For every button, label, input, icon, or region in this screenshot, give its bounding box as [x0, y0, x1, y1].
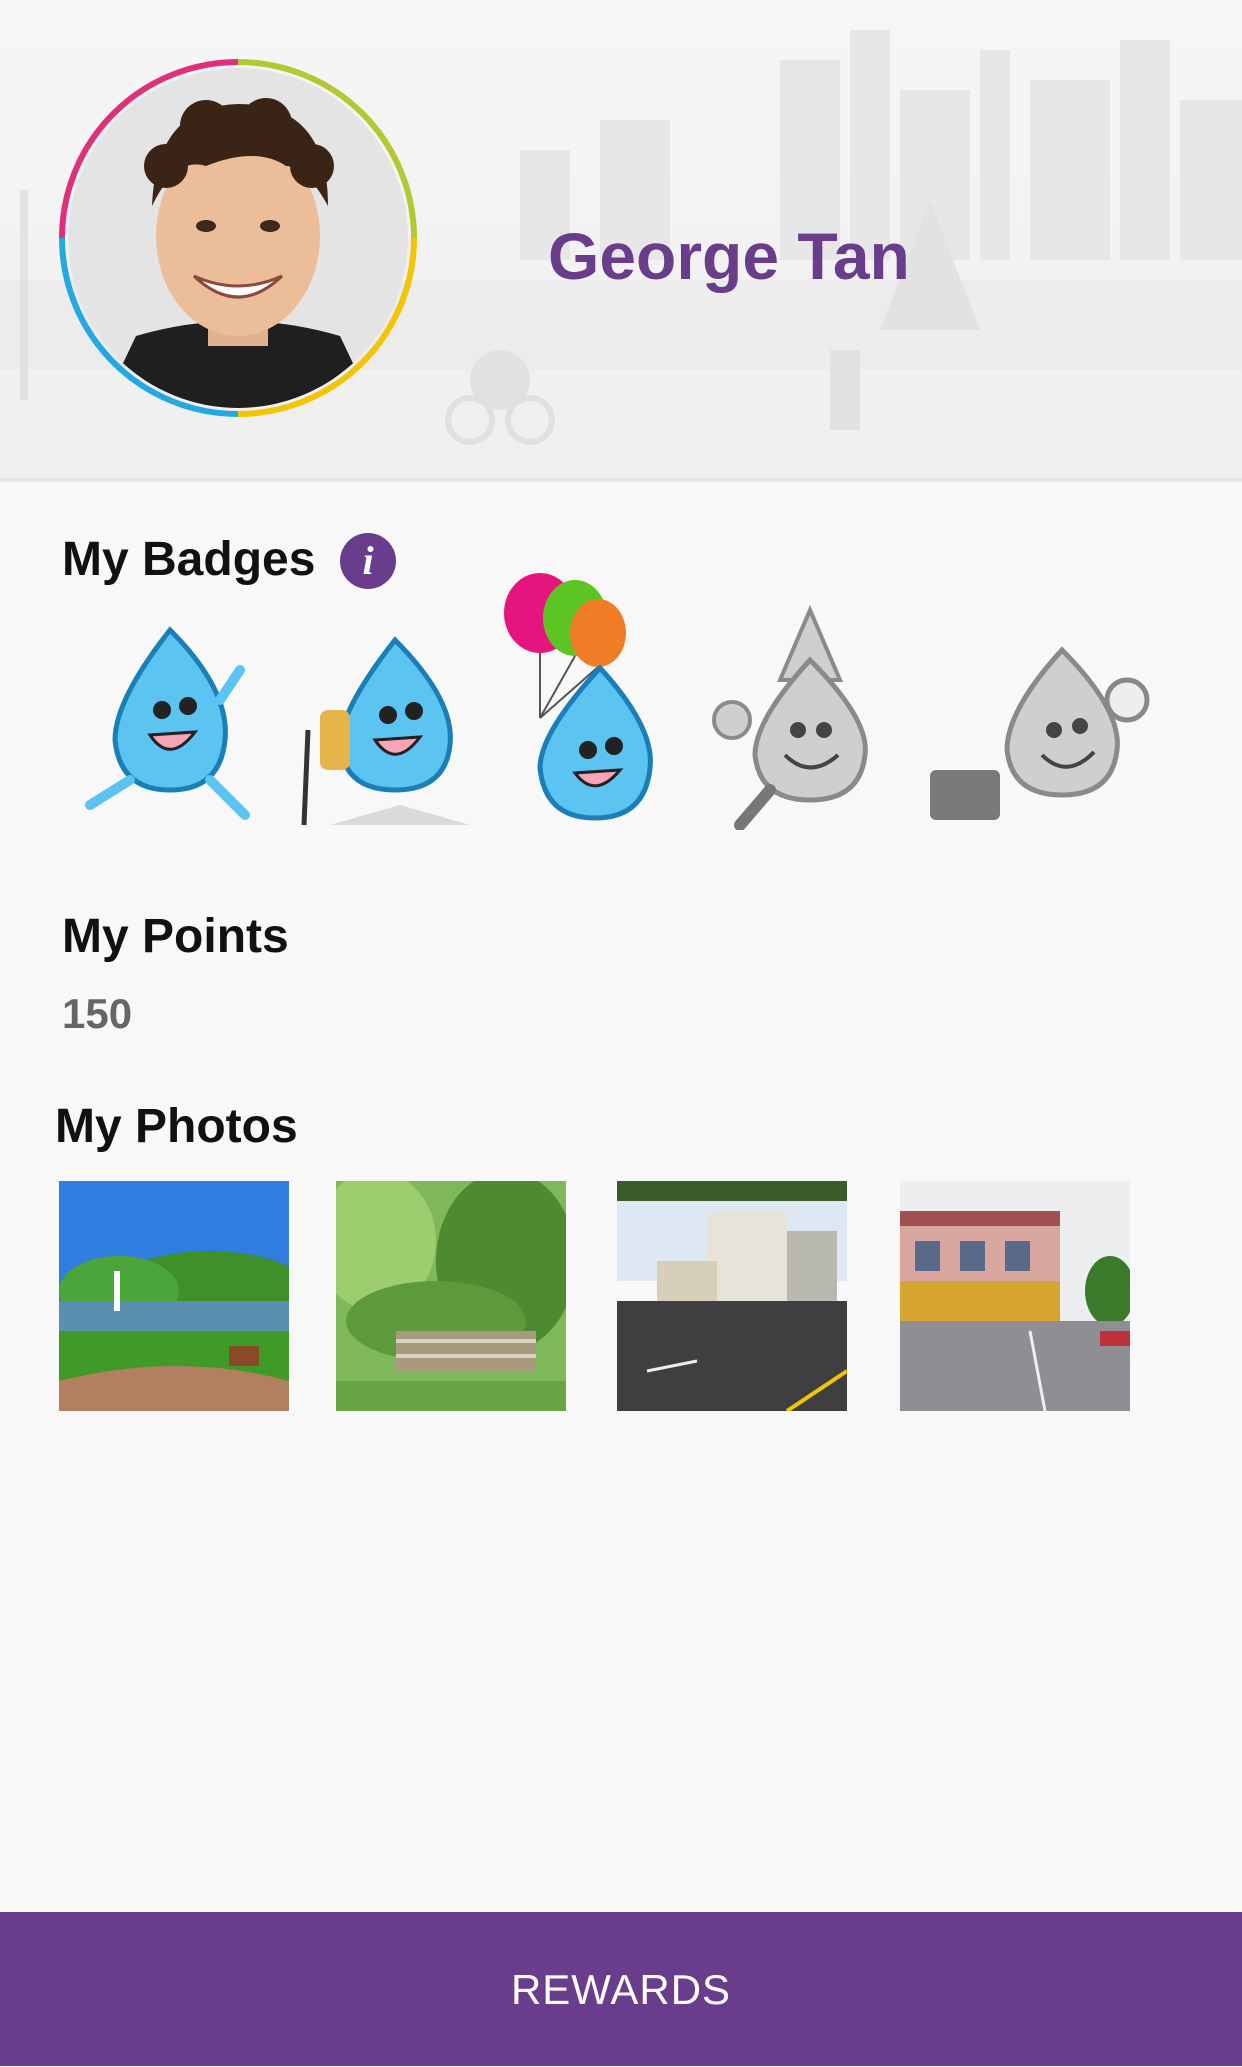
- badges-section-title: My Badges: [62, 533, 316, 586]
- photo-thumbnail-street-corner[interactable]: [617, 1181, 847, 1411]
- badge-hiking-droplet[interactable]: [290, 590, 490, 830]
- points-section-title: My Points: [62, 910, 289, 963]
- rewards-button[interactable]: REWARDS: [0, 1912, 1242, 2066]
- points-value: 150: [62, 990, 133, 1037]
- photo-thumbnail-park-lake[interactable]: [59, 1181, 289, 1411]
- badge-running-droplet[interactable]: [70, 590, 270, 830]
- badge-explorer-droplet[interactable]: [922, 590, 1152, 830]
- badge-balloon-droplet[interactable]: [480, 568, 680, 838]
- user-name: George Tan: [548, 219, 910, 293]
- info-icon[interactable]: i: [340, 533, 396, 589]
- photo-thumbnail-shophouse[interactable]: [900, 1181, 1130, 1411]
- photos-section-title: My Photos: [55, 1100, 298, 1153]
- photo-thumbnail-park-bridge[interactable]: [336, 1181, 566, 1411]
- profile-header: George Tan: [0, 0, 1242, 482]
- badge-party-droplet[interactable]: [710, 590, 910, 831]
- avatar[interactable]: [56, 56, 420, 420]
